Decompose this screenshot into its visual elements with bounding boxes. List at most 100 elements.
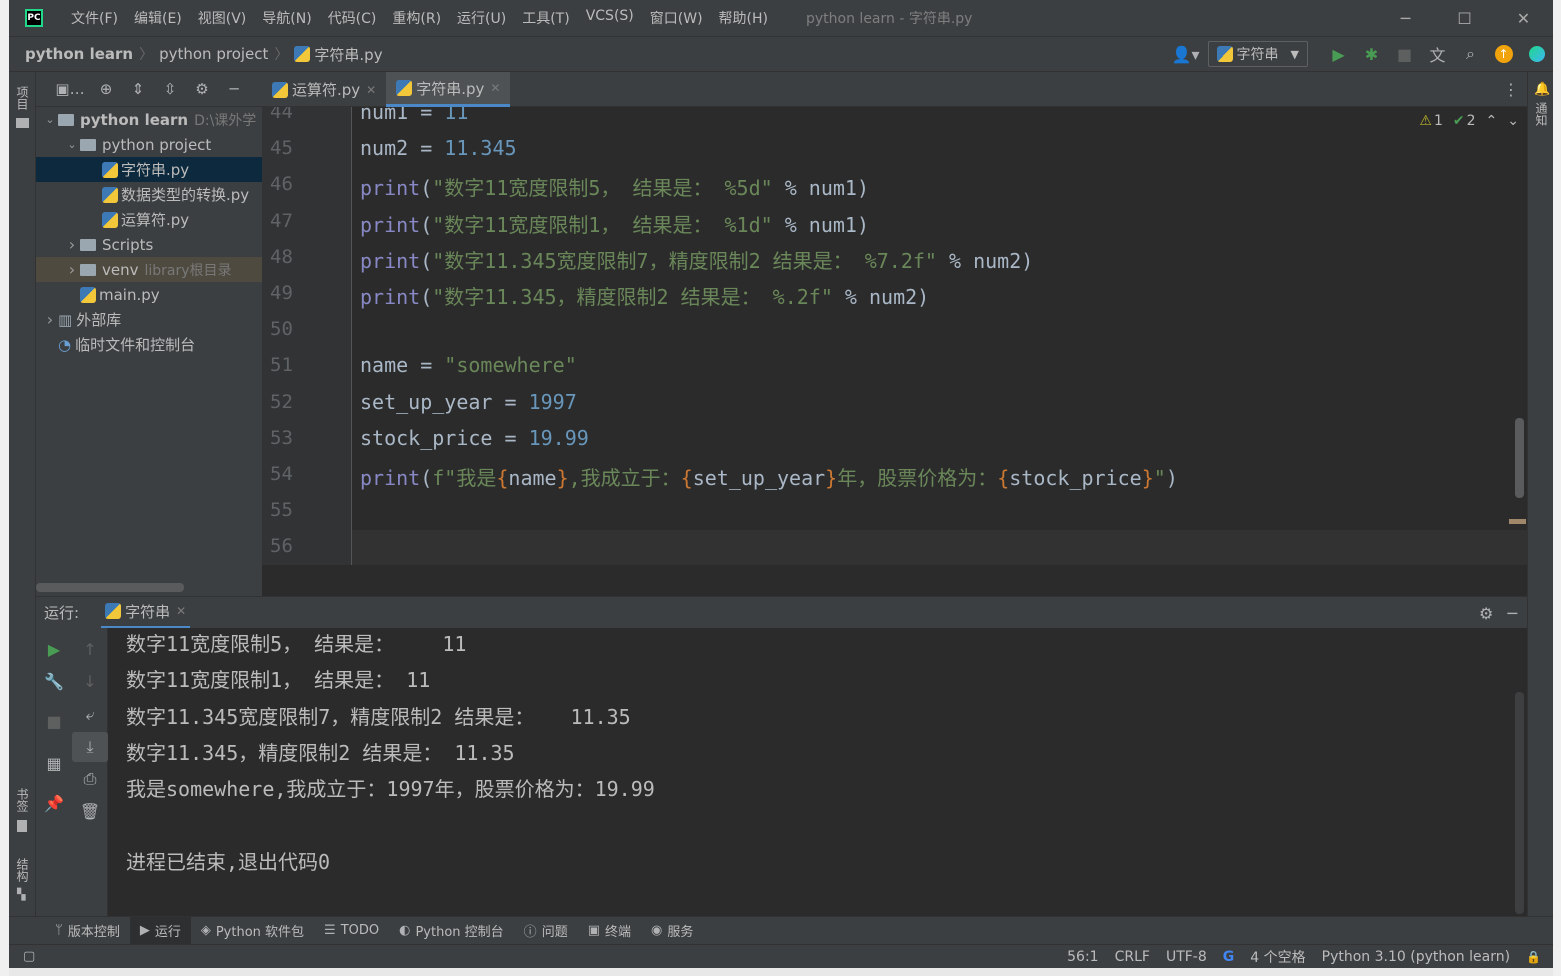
notifications-tool-tab[interactable]: 通知	[1532, 102, 1550, 126]
menu-item[interactable]: 窗口(W)	[642, 8, 711, 28]
tool-window-button[interactable]: ▶ 运行	[129, 916, 191, 945]
tool-window-button[interactable]: ◐ Python 控制台	[389, 917, 514, 945]
gear-icon[interactable]: ⚙	[1479, 604, 1493, 623]
editor-tab[interactable]: 运算符.py ✕	[262, 72, 386, 107]
wrench-icon[interactable]: 🔧	[36, 666, 72, 696]
tree-item[interactable]: ⌄ python learn D:\课外学	[36, 107, 262, 132]
menu-item[interactable]: VCS(S)	[578, 8, 642, 28]
update-icon[interactable]: ↑	[1487, 40, 1520, 68]
tool-window-button[interactable]: ▣ 终端	[578, 917, 641, 945]
bell-icon[interactable]: 🔔	[1534, 82, 1550, 97]
translate-icon[interactable]: 文	[1421, 40, 1454, 68]
menu-item[interactable]: 导航(N)	[254, 8, 319, 28]
tool-window-button[interactable]: ☰ TODO	[314, 917, 389, 945]
project-tool-tab[interactable]: 项目	[13, 86, 31, 110]
editor-vertical-scrollbar[interactable]	[1515, 418, 1524, 498]
project-view-icon[interactable]: ▣…	[50, 79, 90, 99]
tree-item[interactable]: ◔ 临时文件和控制台	[36, 332, 262, 357]
jetbrains-toolbox-icon[interactable]	[1520, 40, 1553, 68]
tree-item[interactable]: › Scripts	[36, 232, 262, 257]
minimize-icon[interactable]: ─	[1376, 0, 1435, 36]
debug-icon[interactable]: ✱	[1355, 40, 1388, 68]
google-icon[interactable]: G	[1215, 949, 1243, 965]
tree-item[interactable]: 数据类型的转换.py	[36, 182, 262, 207]
stop-icon[interactable]: ■	[1388, 40, 1421, 68]
layout-icon[interactable]: ▦	[36, 748, 72, 778]
menu-item[interactable]: 文件(F)	[63, 8, 126, 28]
indent-setting[interactable]: 4 个空格	[1242, 947, 1313, 967]
tool-window-button[interactable]: ⓘ 问题	[514, 917, 578, 945]
close-icon[interactable]: ✕	[366, 83, 376, 97]
locate-icon[interactable]: ⊕	[90, 79, 122, 99]
tree-item[interactable]: › ▥ 外部库	[36, 307, 262, 332]
tree-item[interactable]: › venv library根目录	[36, 257, 262, 282]
menu-item[interactable]: 代码(C)	[320, 8, 385, 28]
folder-icon	[58, 113, 74, 126]
menu-item[interactable]: 编辑(E)	[126, 8, 190, 28]
structure-tool-tab[interactable]: 结构	[13, 858, 31, 882]
project-horizontal-scrollbar[interactable]	[36, 583, 184, 592]
interpreter-setting[interactable]: Python 3.10 (python learn)	[1314, 949, 1518, 965]
gear-icon[interactable]: ⚙	[186, 79, 218, 99]
close-icon[interactable]: ✕	[176, 604, 186, 618]
code-editor[interactable]: ⚠ 1 ✔ 2 ⌃ ⌄ num1 = 11 num2 = 11.345 print(…	[352, 107, 1527, 565]
editor-tab[interactable]: 字符串.py ✕	[386, 72, 511, 107]
tool-window-button[interactable]: ◈ Python 软件包	[191, 917, 314, 945]
collapse-all-icon[interactable]: ⇳	[154, 79, 186, 99]
chevron-right-icon[interactable]: ›	[64, 235, 80, 254]
chevron-right-icon[interactable]: ›	[42, 310, 58, 329]
layout-toggle-icon[interactable]: ▢	[23, 949, 35, 964]
chevron-up-icon[interactable]: ⌃	[1486, 113, 1498, 129]
rerun-icon[interactable]: ▶	[36, 634, 72, 664]
pin-icon[interactable]: 📌	[36, 788, 72, 818]
file-encoding[interactable]: UTF-8	[1158, 949, 1215, 965]
line-separator[interactable]: CRLF	[1107, 949, 1158, 965]
code-token: )	[1165, 466, 1178, 490]
expand-all-icon[interactable]: ⇕	[122, 79, 154, 99]
menu-item[interactable]: 帮助(H)	[711, 8, 776, 28]
menu-item[interactable]: 视图(V)	[190, 8, 255, 28]
caret-position[interactable]: 56:1	[1059, 949, 1106, 965]
scroll-to-end-icon[interactable]: ⤓	[72, 732, 108, 762]
chevron-down-icon[interactable]: ⌄	[64, 138, 80, 151]
code-token: num1 =	[360, 107, 445, 124]
stop-icon[interactable]: ■	[36, 706, 72, 736]
run-icon[interactable]: ▶	[1322, 40, 1355, 68]
maximize-icon[interactable]: ☐	[1435, 0, 1494, 36]
chevron-down-icon[interactable]: ⌄	[42, 113, 58, 126]
run-tab[interactable]: 字符串 ✕	[101, 597, 191, 629]
menu-item[interactable]: 工具(T)	[514, 8, 577, 28]
user-account-icon[interactable]: 👤▾	[1164, 40, 1208, 68]
breadcrumb-file[interactable]: 字符串.py	[314, 44, 382, 65]
arrow-up-icon[interactable]: ↑	[72, 634, 108, 664]
soft-wrap-icon[interactable]: ⤶	[72, 700, 108, 730]
close-icon[interactable]: ✕	[1494, 0, 1553, 36]
search-icon[interactable]: ⌕	[1454, 40, 1487, 68]
tree-item[interactable]: main.py	[36, 282, 262, 307]
breadcrumb-folder[interactable]: python project	[159, 45, 268, 63]
breadcrumb-root[interactable]: python learn	[25, 45, 133, 63]
chevron-down-icon[interactable]: ⌄	[1507, 113, 1519, 129]
lock-icon[interactable]: 🔒	[1518, 950, 1553, 964]
more-options-icon[interactable]: ⋮	[1503, 80, 1519, 99]
trash-icon[interactable]: 🗑	[72, 796, 108, 826]
tool-window-button[interactable]: ᛘ 版本控制	[45, 917, 130, 945]
console-vertical-scrollbar[interactable]	[1515, 692, 1524, 914]
close-icon[interactable]: ✕	[490, 81, 500, 95]
hide-icon[interactable]: ─	[218, 79, 250, 99]
run-config-label: 字符串	[1236, 47, 1279, 63]
menu-item[interactable]: 运行(U)	[449, 8, 514, 28]
tree-item[interactable]: 运算符.py	[36, 207, 262, 232]
tool-window-button[interactable]: ◉ 服务	[641, 917, 703, 945]
tree-item[interactable]: ⌄ python project	[36, 132, 262, 157]
run-config-select[interactable]: 字符串 ▼	[1207, 41, 1308, 67]
chevron-right-icon[interactable]: ›	[64, 260, 80, 279]
inspection-widget[interactable]: ⚠ 1 ✔ 2 ⌃ ⌄	[1419, 113, 1519, 129]
menu-item[interactable]: 重构(R)	[384, 8, 449, 28]
hide-icon[interactable]: ─	[1507, 604, 1517, 623]
run-console-output[interactable]: 数字11宽度限制5， 结果是： 11 数字11宽度限制1， 结果是： 11 数字11…	[108, 628, 1527, 916]
arrow-down-icon[interactable]: ↓	[72, 666, 108, 696]
tree-item[interactable]: 字符串.py	[36, 157, 262, 182]
bookmarks-tool-tab[interactable]: 书签	[13, 788, 31, 812]
print-icon[interactable]: ⎙	[72, 764, 108, 794]
